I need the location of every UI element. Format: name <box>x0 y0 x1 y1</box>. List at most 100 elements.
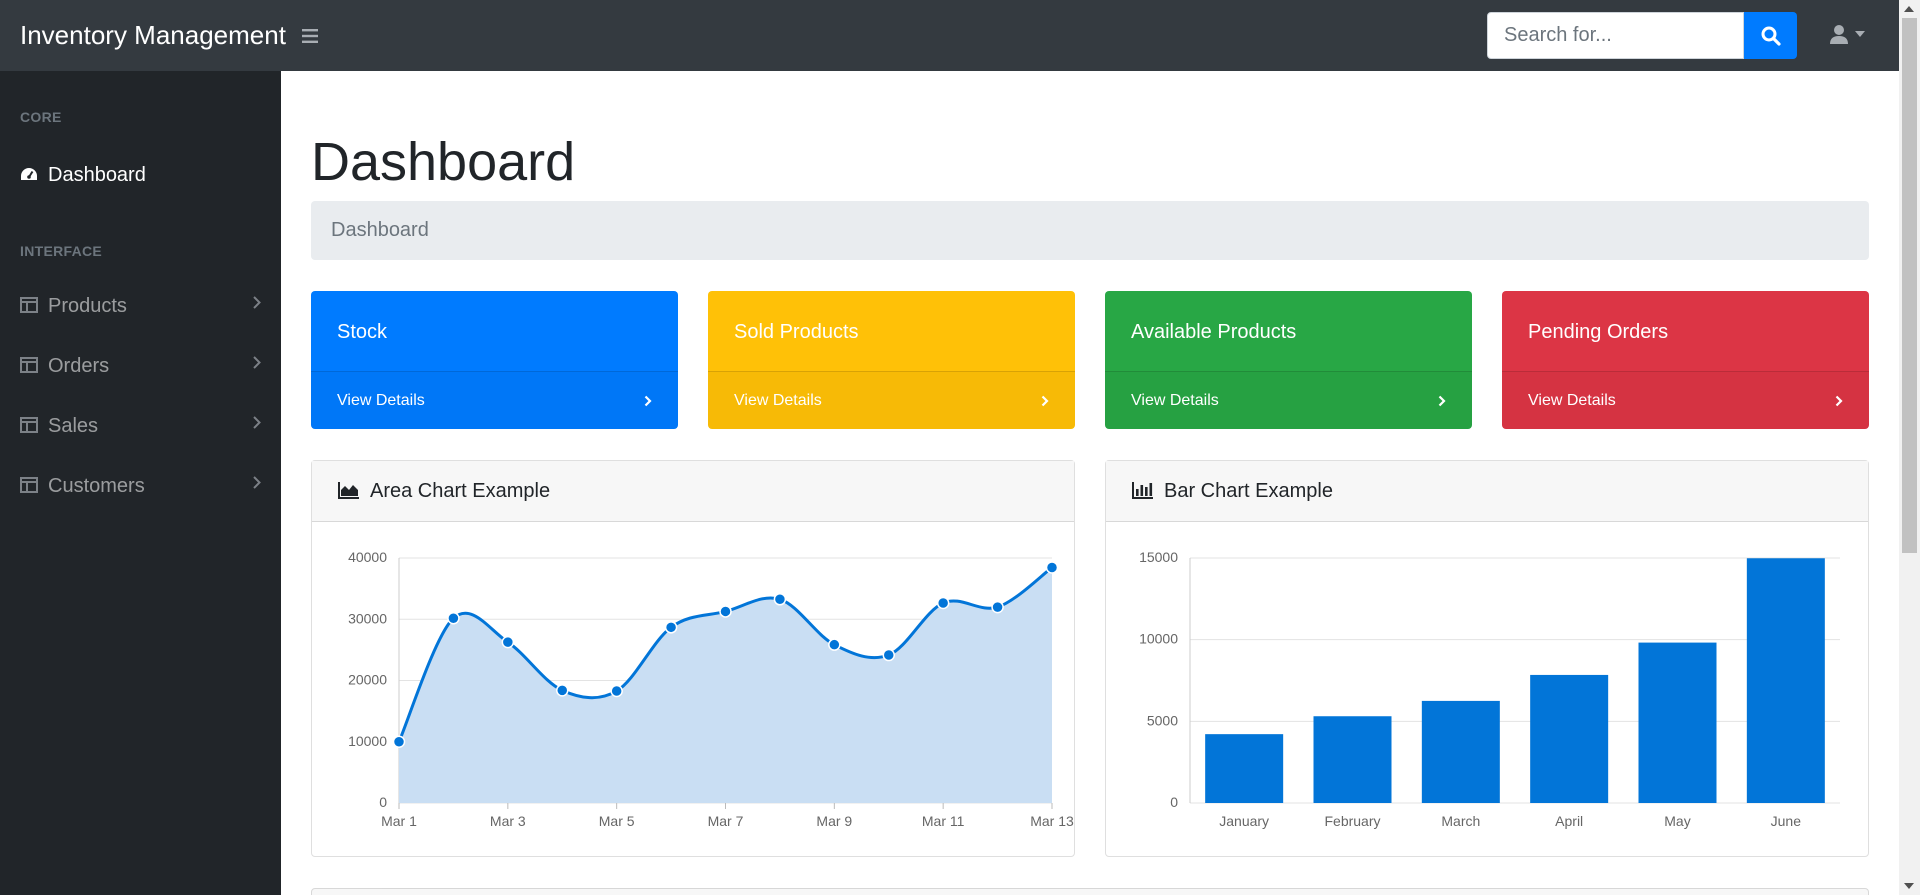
page-title: Dashboard <box>311 132 576 192</box>
sidebar-heading-interface: INTERFACE <box>20 243 103 259</box>
data-point <box>828 638 841 651</box>
chevron-right-icon <box>253 296 261 309</box>
x-tick-label: Mar 1 <box>381 813 417 829</box>
view-details-label: View Details <box>1528 391 1616 409</box>
brand-title[interactable]: Inventory Management <box>20 20 286 51</box>
tachometer-icon <box>20 166 38 184</box>
data-point <box>501 635 515 649</box>
x-tick-label: Mar 5 <box>599 813 635 829</box>
x-tick-label: Mar 13 <box>1030 813 1074 829</box>
data-point <box>991 600 1004 614</box>
y-tick-label: 5000 <box>1147 712 1178 728</box>
y-tick-label: 15000 <box>1139 549 1178 565</box>
sidebar-item-customers[interactable]: Customers <box>0 464 281 508</box>
data-point <box>556 684 569 697</box>
x-tick-label: Mar 3 <box>490 813 526 829</box>
user-menu[interactable] <box>1829 24 1865 44</box>
caret-down-icon <box>1855 31 1865 37</box>
view-details-link[interactable]: View Details <box>311 371 678 429</box>
y-tick-label: 10000 <box>1139 631 1178 647</box>
sidebar-item-dashboard[interactable]: Dashboard <box>0 153 281 197</box>
card-title: Available Products <box>1131 321 1297 343</box>
area-chart-icon <box>338 481 360 501</box>
table-icon <box>20 477 38 495</box>
main-content: Dashboard Dashboard Stock View Details S… <box>281 71 1899 895</box>
user-icon <box>1830 25 1848 44</box>
bar <box>1530 674 1609 803</box>
data-point <box>882 648 895 662</box>
breadcrumb-item: Dashboard <box>331 219 429 241</box>
chevron-right-icon <box>253 476 261 489</box>
scroll-up-arrow-icon[interactable] <box>1904 6 1914 12</box>
card-title: Sold Products <box>734 321 859 343</box>
search-icon <box>1761 26 1781 46</box>
menu-toggle-icon[interactable] <box>301 23 318 49</box>
scroll-down-arrow-icon[interactable] <box>1904 883 1914 889</box>
sidebar-item-sales[interactable]: Sales <box>0 404 281 448</box>
data-point <box>719 605 732 618</box>
chevron-right-icon <box>1041 395 1049 406</box>
scroll-thumb[interactable] <box>1902 18 1917 553</box>
next-card-edge <box>311 888 1869 895</box>
chevron-right-icon <box>1835 395 1843 406</box>
area-chart-title: Area Chart Example <box>370 479 551 502</box>
data-point <box>392 735 406 748</box>
x-tick-label: Mar 9 <box>816 813 852 829</box>
x-tick-label: June <box>1771 813 1802 829</box>
bar <box>1421 700 1500 803</box>
table-icon <box>20 417 38 435</box>
view-details-link[interactable]: View Details <box>708 371 1075 429</box>
sidebar-heading-core: CORE <box>20 109 62 125</box>
view-details-label: View Details <box>1131 391 1219 409</box>
sidebar-item-label: Dashboard <box>48 163 146 186</box>
view-details-link[interactable]: View Details <box>1105 371 1472 429</box>
stat-card-stock: Stock View Details <box>311 291 678 429</box>
sidebar-item-orders[interactable]: Orders <box>0 344 281 388</box>
x-tick-label: March <box>1441 813 1480 829</box>
data-point <box>447 612 460 625</box>
data-point <box>773 593 787 606</box>
search-input[interactable] <box>1487 12 1744 59</box>
chevron-right-icon <box>1438 395 1446 406</box>
y-tick-label: 10000 <box>348 733 387 749</box>
x-tick-label: April <box>1555 813 1583 829</box>
bar-chart-icon <box>1132 481 1154 501</box>
y-tick-label: 20000 <box>348 672 387 688</box>
bar <box>1313 716 1392 803</box>
area-chart-header: Area Chart Example <box>312 461 1074 522</box>
sidebar-item-label: Products <box>48 294 127 317</box>
bar <box>1746 558 1825 803</box>
y-tick-label: 0 <box>1170 794 1178 810</box>
data-point <box>664 621 678 634</box>
x-tick-label: Mar 7 <box>708 813 744 829</box>
view-details-link[interactable]: View Details <box>1502 371 1869 429</box>
chevron-right-icon <box>644 395 652 406</box>
area-fill <box>399 567 1052 803</box>
card-title: Stock <box>337 321 388 343</box>
y-tick-label: 30000 <box>348 610 387 626</box>
search-button[interactable] <box>1744 12 1797 59</box>
sidebar-item-label: Orders <box>48 354 110 377</box>
card-title: Pending Orders <box>1528 321 1669 343</box>
area-chart: 0 10000 20000 30000 40000 Mar 1 Mar 3 Mar 5 Mar … <box>348 549 1074 829</box>
bar <box>1638 642 1717 803</box>
search-group <box>1487 12 1797 59</box>
bar-chart-header: Bar Chart Example <box>1106 461 1868 522</box>
sidebar: CORE Dashboard INTERFACE Products Orders… <box>0 71 281 895</box>
page-scrollbar[interactable] <box>1899 0 1920 895</box>
stat-card-pending-orders: Pending Orders View Details <box>1502 291 1869 429</box>
stat-card-sold-products: Sold Products View Details <box>708 291 1075 429</box>
x-tick-label: May <box>1664 813 1690 829</box>
sidebar-item-products[interactable]: Products <box>0 284 281 328</box>
data-point <box>1045 561 1059 574</box>
y-tick-label: 0 <box>379 794 387 810</box>
bar-chart: 0 5000 10000 15000 January February March April… <box>1139 549 1840 829</box>
breadcrumb: Dashboard <box>311 201 1869 260</box>
view-details-label: View Details <box>734 391 822 409</box>
data-point <box>610 684 623 698</box>
bar <box>1205 734 1284 803</box>
chevron-right-icon <box>253 356 261 369</box>
y-tick-label: 40000 <box>348 549 387 565</box>
stat-card-available-products: Available Products View Details <box>1105 291 1472 429</box>
x-tick-label: February <box>1324 813 1380 829</box>
